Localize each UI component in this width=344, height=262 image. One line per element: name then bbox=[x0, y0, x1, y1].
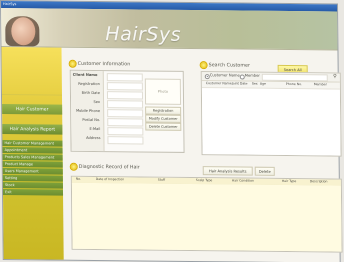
col-sex: Sex bbox=[251, 81, 258, 86]
col-phone: Phone No. bbox=[285, 81, 303, 87]
col-no: No. bbox=[75, 176, 82, 181]
registration-input[interactable] bbox=[106, 82, 143, 91]
address-input[interactable] bbox=[107, 136, 144, 145]
hair-analysis-button[interactable]: Hair Analysis Report bbox=[2, 124, 63, 135]
col-scalp-type: Scalp Type bbox=[195, 178, 213, 183]
diagnostic-table: No. Date of Inspection Staff Scalp Type … bbox=[70, 175, 343, 253]
label-client-name: Client Name bbox=[72, 72, 98, 78]
delete-customer-button[interactable]: Delete Customer bbox=[145, 122, 182, 131]
search-input[interactable] bbox=[261, 73, 328, 82]
sex-input[interactable] bbox=[107, 100, 144, 109]
bullet-icon bbox=[70, 163, 77, 170]
delete-record-button[interactable]: Delete bbox=[254, 166, 275, 176]
col-member: Member bbox=[313, 82, 327, 87]
search-results-body[interactable] bbox=[201, 88, 341, 156]
sidebar: Hair Customer Hair Analysis Report Hair … bbox=[1, 47, 64, 260]
search-icon[interactable]: ⚲ bbox=[333, 73, 337, 79]
customer-info-title: Customer Information bbox=[69, 60, 131, 68]
label-email: E-Mail bbox=[89, 126, 101, 132]
photo-label: Photo bbox=[157, 89, 169, 94]
customer-info-labels: Client Name Registration Birth Date Sex … bbox=[70, 70, 105, 152]
main-content: Customer Information Client Name Registr… bbox=[62, 48, 343, 262]
sidebar-item[interactable]: Hair Customer Management bbox=[2, 140, 63, 147]
screen: HairSys HairSys Hair Customer Hair Analy… bbox=[0, 0, 344, 262]
label-mobile-phone: Mobile Phone bbox=[76, 108, 101, 114]
radio-member-label: Member bbox=[244, 73, 260, 78]
diagnostic-title-text: Diagnostic Record of Hair bbox=[78, 164, 140, 170]
customer-info-title-text: Customer Information bbox=[77, 61, 131, 67]
col-staff: Staff bbox=[157, 177, 166, 182]
sidebar-item[interactable]: Product Manage bbox=[2, 161, 63, 168]
sidebar-item[interactable]: Products Sales Management bbox=[2, 154, 63, 161]
search-customer-title-text: Search Customer bbox=[208, 62, 250, 69]
hair-analysis-results-button[interactable]: Hair Analysis Results bbox=[202, 166, 253, 176]
bullet-icon bbox=[69, 60, 76, 67]
label-birth-date: Birth Date bbox=[81, 90, 100, 96]
col-joint-date: Joint Date bbox=[231, 81, 248, 86]
model-face-icon bbox=[11, 17, 36, 46]
search-customer-title: Search Customer bbox=[200, 62, 250, 69]
client-name-input[interactable] bbox=[106, 73, 143, 82]
sidebar-menu: Hair Customer Management Appointment Pro… bbox=[2, 139, 64, 197]
postal-no-input[interactable] bbox=[107, 118, 144, 127]
sidebar-item[interactable]: Exit bbox=[2, 189, 64, 196]
radio-customer-name-label: Customer Name bbox=[209, 73, 240, 78]
label-sex: Sex bbox=[93, 99, 101, 105]
birth-date-input[interactable] bbox=[106, 91, 144, 100]
col-customer-name: Customer Name bbox=[205, 81, 232, 86]
sidebar-item[interactable]: Users Management bbox=[2, 168, 63, 175]
mobile-phone-input[interactable] bbox=[107, 109, 144, 118]
sidebar-divider bbox=[1, 94, 62, 96]
diagnostic-title: Diagnostic Record of Hair bbox=[70, 163, 140, 171]
bullet-icon bbox=[200, 62, 207, 69]
col-description: Description bbox=[309, 179, 328, 184]
search-customer-panel: Customer Name Member ⚲ Customer Name Joi… bbox=[200, 71, 342, 157]
col-date-inspection: Date of Inspection bbox=[95, 177, 125, 182]
diagnostic-body[interactable] bbox=[71, 182, 342, 252]
col-age: Age bbox=[259, 81, 267, 86]
col-hair-type: Hair Type bbox=[281, 178, 297, 184]
email-input[interactable] bbox=[107, 127, 144, 136]
app-window: HairSys HairSys Hair Customer Hair Analy… bbox=[0, 0, 343, 262]
window-title: HairSys bbox=[3, 2, 17, 7]
sidebar-item[interactable]: Setting bbox=[2, 175, 63, 182]
label-postal-no: Postal No. bbox=[82, 117, 101, 123]
label-registration: Registration bbox=[78, 81, 100, 87]
sidebar-item[interactable]: Stock bbox=[2, 182, 63, 189]
hair-customer-button[interactable]: Hair Customer bbox=[2, 104, 63, 115]
col-hair-condition: Hair Condition bbox=[231, 178, 254, 183]
customer-info-panel: Client Name Registration Birth Date Sex … bbox=[69, 69, 185, 153]
sidebar-item[interactable]: Appointment bbox=[2, 147, 63, 154]
logo: HairSys bbox=[105, 23, 182, 46]
photo-box[interactable]: Photo bbox=[144, 78, 182, 105]
label-address: Address bbox=[86, 135, 101, 141]
header-banner: HairSys bbox=[1, 8, 338, 51]
